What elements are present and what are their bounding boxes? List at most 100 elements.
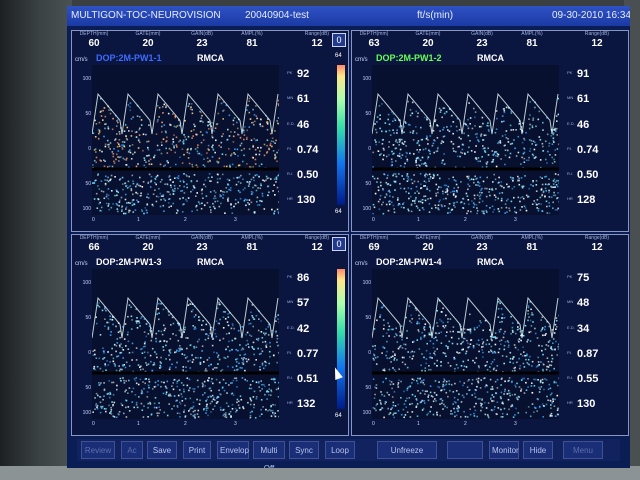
envelop-button[interactable]: Envelop [217,441,249,459]
spectrum-display[interactable] [92,269,279,419]
measure-mn: MN 61 [287,93,332,111]
y-tick-label: 100 [362,280,371,286]
doppler-panel-pw1-1[interactable]: DEPTH(mm) 60 GATE(mm) 20 GAIN(dB) 23 AMPL(%) 81… [71,30,349,232]
stat-label: Range(dB) [304,235,330,241]
velocity-units: ft/s(min) [417,10,454,21]
stat-2: GATE(mm) 20 [408,235,448,253]
x-tick-label: 0 [92,421,95,427]
y-tick-label: 50 [365,385,371,391]
stat-5: Range(dB) 12 [297,235,337,253]
stat-label: GATE(mm) [135,235,161,241]
x-tick-label: 1 [417,217,420,223]
measure-value: 75 [577,272,590,284]
stat-value: 23 [196,242,208,253]
stat-4: AMPL(%) 81 [512,235,552,253]
y-tick-label: 100 [362,76,371,82]
x-tick-label: 1 [137,421,140,427]
measure-value: 0.77 [297,348,319,360]
measure-value: 0.87 [577,348,599,360]
stat-label: DEPTH(mm) [79,235,109,241]
x-tick-label: 3 [514,217,517,223]
measure-value: 0.74 [297,144,319,156]
measure-value: 46 [577,119,590,131]
spectrum-display[interactable] [372,269,559,419]
y-tick-label: 50 [85,315,91,321]
measure-ri: R.I. 0.50 [567,169,612,187]
unfreeze-button[interactable]: Unfreeze [377,441,437,459]
measure-pi: P.I. 0.87 [567,348,612,366]
measure-pk: PK 75 [567,272,612,290]
monitor-button[interactable]: Monitor [489,441,519,459]
measure-hr: HR 128 [567,194,612,212]
y-tick-label: 0 [368,350,371,356]
stat-4: AMPL(%) 81 [232,235,272,253]
save-button[interactable]: Save [147,441,177,459]
doppler-panel-pw1-2[interactable]: DEPTH(mm) 63 GATE(mm) 20 GAIN(dB) 23 AMPL(%) 81… [351,30,629,232]
measure-value: 57 [297,297,310,309]
y-tick-label: 0 [88,350,91,356]
menu-button[interactable]: Menu [563,441,603,459]
measure-label: HR [567,196,573,201]
stat-value: 23 [476,242,488,253]
measure-value: 86 [297,272,310,284]
stats-row: DEPTH(mm) 63 GATE(mm) 20 GAIN(dB) 23 AMPL(%) 81… [352,31,628,51]
print-button[interactable]: Print [183,441,211,459]
measure-value: 130 [297,194,316,206]
mode-icon[interactable]: 0 [332,33,346,47]
measure-label: P.I. [287,350,293,355]
measure-label: R.I. [287,171,294,176]
stat-label: AMPL(%) [241,235,263,241]
stat-5: Range(dB) 12 [577,31,617,49]
measure-ri: R.I. 0.50 [287,169,332,187]
doppler-panel-pw1-4[interactable]: DEPTH(mm) 69 GATE(mm) 20 GAIN(dB) 23 AMPL(%) 81… [351,234,629,436]
color-scale-bottom: 64 [335,413,342,419]
stat-value: 60 [88,38,100,49]
measure-pk: PK 86 [287,272,332,290]
spectrum-noise [92,97,279,215]
measure-label: E.D. [567,121,575,126]
stat-value: 20 [142,38,154,49]
stat-value: 81 [526,242,538,253]
measure-ed: E.D. 42 [287,323,332,341]
x-tick-label: 3 [234,217,237,223]
review-button[interactable]: Review [81,441,115,459]
probe-title: DOP:2M-PW1-2 [376,53,442,63]
spectrum-noise [92,301,279,419]
measure-label: E.D. [287,121,295,126]
y-tick-label: 50 [85,111,91,117]
measure-value: 130 [577,398,596,410]
velocity-unit-label: cm/s [355,57,368,63]
velocity-unit-label: cm/s [355,261,368,267]
loop-button[interactable]: Loop [325,441,355,459]
doppler-panel-pw1-3[interactable]: DEPTH(mm) 66 GATE(mm) 20 GAIN(dB) 23 AMPL(%) 81… [71,234,349,436]
y-tick-label: 100 [82,280,91,286]
stat-value: 63 [368,38,380,49]
stat-3: GAIN(dB) 23 [182,235,222,253]
blank-9-button[interactable] [447,441,483,459]
sync-button[interactable]: Sync [289,441,319,459]
vessel-label: RMCA [197,53,224,63]
mode-icon[interactable]: 0 [332,237,346,251]
spectrum-display[interactable] [372,65,559,215]
stat-2: GATE(mm) 20 [128,235,168,253]
spectrum-display[interactable] [92,65,279,215]
x-tick-label: 3 [234,421,237,427]
multi-off-button[interactable]: Multi Off [253,441,285,468]
stat-value: 66 [88,242,100,253]
spectrum-svg [372,296,559,419]
stat-1: DEPTH(mm) 69 [354,235,394,253]
stats-row: DEPTH(mm) 69 GATE(mm) 20 GAIN(dB) 23 AMPL(%) 81… [352,235,628,255]
measure-hr: HR 132 [287,398,332,416]
measure-ri: R.I. 0.55 [567,373,612,391]
doppler-screen: MULTIGON-TOC-NEUROVISION 20040904-test f… [67,6,630,468]
measure-hr: HR 130 [287,194,332,212]
title-bar: MULTIGON-TOC-NEUROVISION 20040904-test f… [67,6,630,26]
y-tick-label: 50 [365,111,371,117]
hide-button[interactable]: Hide [523,441,553,459]
stat-1: DEPTH(mm) 66 [74,235,114,253]
ac-button[interactable]: Ac [121,441,143,459]
x-tick-label: 2 [464,421,467,427]
stat-label: AMPL(%) [521,31,543,37]
stat-value: 20 [142,242,154,253]
measure-value: 48 [577,297,590,309]
